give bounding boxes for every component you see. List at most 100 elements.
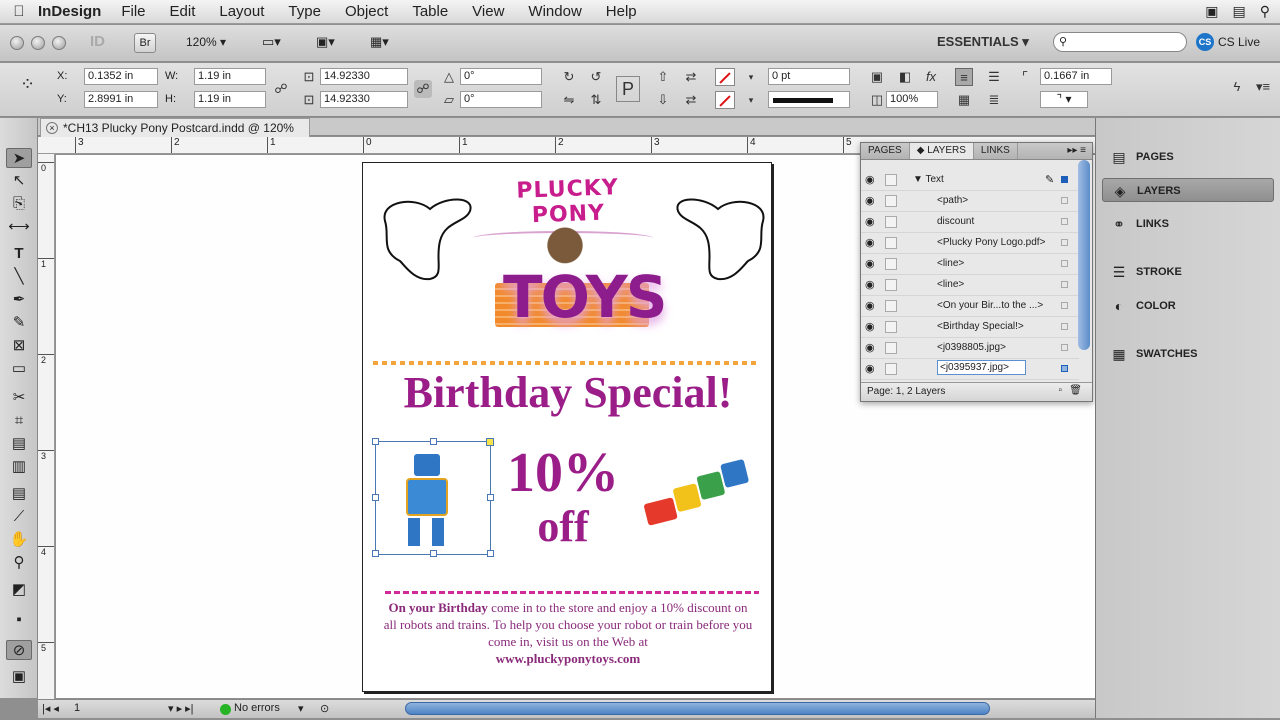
formatting-affects-icon[interactable]: ▪ bbox=[6, 610, 32, 630]
rotate-ccw-icon[interactable]: ↺ bbox=[587, 68, 605, 86]
close-window-icon[interactable] bbox=[10, 36, 24, 50]
x-position-field[interactable]: 0.1352 in bbox=[84, 68, 158, 85]
selection-handle[interactable] bbox=[372, 438, 379, 445]
opacity-field[interactable]: 100% bbox=[886, 91, 938, 108]
train-image[interactable] bbox=[638, 456, 758, 535]
lock-toggle[interactable] bbox=[885, 279, 897, 291]
stroke-dropdown-icon[interactable]: ▾ bbox=[742, 91, 760, 109]
new-layer-icon[interactable]: ▫ bbox=[1058, 385, 1062, 396]
reference-point-icon[interactable]: ⁘ bbox=[20, 75, 35, 93]
object-row[interactable]: ◉ <path> bbox=[861, 191, 1079, 212]
pencil-tool-icon[interactable]: ✎ bbox=[6, 313, 32, 333]
spotlight-icon[interactable]: ⚲ bbox=[1260, 3, 1270, 20]
object-row[interactable]: ◉ <Plucky Pony Logo.pdf> bbox=[861, 233, 1079, 254]
select-square[interactable] bbox=[1061, 239, 1068, 246]
select-square[interactable] bbox=[1061, 302, 1068, 309]
fill-stroke-swatches-icon[interactable]: ◩ bbox=[6, 580, 32, 600]
corner-size-field[interactable]: 0.1667 in bbox=[1040, 68, 1112, 85]
page-number-field[interactable]: 1 bbox=[74, 702, 80, 714]
panel-menu-icon[interactable]: ▾≡ bbox=[1254, 78, 1272, 96]
scale-y-field[interactable]: 14.92330 bbox=[320, 91, 408, 108]
dock-layers-button[interactable]: ◈ LAYERS bbox=[1102, 178, 1274, 202]
eye-icon[interactable]: ◉ bbox=[865, 321, 879, 333]
lock-toggle[interactable] bbox=[885, 321, 897, 333]
eye-icon[interactable]: ◉ bbox=[865, 279, 879, 291]
eye-icon[interactable]: ◉ bbox=[865, 216, 879, 228]
stroke-type-dropdown[interactable] bbox=[768, 91, 850, 108]
page-nav-icons[interactable]: ▾ ▸ ▸| bbox=[168, 702, 194, 715]
text-wrap-icon[interactable]: ▣ bbox=[868, 68, 886, 86]
select-square[interactable] bbox=[1061, 344, 1068, 351]
select-square[interactable] bbox=[1061, 365, 1068, 372]
line-tool-icon[interactable]: ╲ bbox=[6, 267, 32, 287]
bridge-button[interactable]: Br bbox=[134, 33, 156, 53]
menu-object[interactable]: Object bbox=[345, 3, 388, 20]
gap-tool-icon[interactable]: ⟷ bbox=[6, 217, 32, 237]
width-field[interactable]: 1.19 in bbox=[194, 68, 266, 85]
align-center-icon[interactable]: ☰ bbox=[985, 68, 1003, 86]
dock-swatches-button[interactable]: ▦ SWATCHES bbox=[1102, 342, 1274, 366]
menu-window[interactable]: Window bbox=[528, 3, 581, 20]
orange-rule[interactable] bbox=[373, 361, 759, 365]
align-bottom-icon[interactable]: ≣ bbox=[985, 91, 1003, 109]
lock-toggle[interactable] bbox=[885, 342, 897, 354]
tab-layers[interactable]: ◆ LAYERS bbox=[909, 143, 974, 159]
lock-toggle[interactable] bbox=[885, 216, 897, 228]
object-row[interactable]: ◉ <Birthday Special!> bbox=[861, 317, 1079, 338]
eye-icon[interactable]: ◉ bbox=[865, 237, 879, 249]
first-page-icon[interactable]: |◂ ◂ bbox=[42, 702, 59, 715]
arrange-documents-icon[interactable]: ▦▾ bbox=[370, 34, 389, 50]
select-previous-icon[interactable]: ⇄ bbox=[682, 68, 700, 86]
minimize-window-icon[interactable] bbox=[31, 36, 45, 50]
quick-apply-icon[interactable]: ϟ bbox=[1228, 78, 1246, 96]
selection-handle[interactable] bbox=[372, 550, 379, 557]
lock-toggle[interactable] bbox=[885, 258, 897, 270]
flip-horizontal-icon[interactable]: ⇋ bbox=[560, 91, 578, 109]
cloud-path-right[interactable] bbox=[673, 191, 773, 283]
screen-mode-tool-icon[interactable]: ▣ bbox=[6, 667, 32, 687]
selection-handle[interactable] bbox=[430, 550, 437, 557]
lock-toggle[interactable] bbox=[885, 195, 897, 207]
menu-type[interactable]: Type bbox=[288, 3, 321, 20]
scissors-tool-icon[interactable]: ✂ bbox=[6, 388, 32, 408]
eye-icon[interactable]: ◉ bbox=[865, 300, 879, 312]
layer-row-text[interactable]: ◉ ▼ Text ✎ bbox=[861, 170, 1079, 191]
dock-color-button[interactable]: ◐ COLOR bbox=[1102, 294, 1274, 318]
direct-selection-tool-icon[interactable]: ↖ bbox=[6, 171, 32, 191]
discount-percent[interactable]: 10% bbox=[493, 443, 633, 503]
menu-table[interactable]: Table bbox=[412, 3, 448, 20]
height-field[interactable]: 1.19 in bbox=[194, 91, 266, 108]
tab-pages[interactable]: PAGES bbox=[861, 143, 910, 159]
drop-shadow-icon[interactable]: ◧ bbox=[896, 68, 914, 86]
constrain-proportions-icon[interactable]: ☍ bbox=[272, 80, 290, 98]
constrain-scale-icon[interactable]: ☍ bbox=[414, 80, 432, 98]
lock-toggle[interactable] bbox=[885, 174, 897, 186]
dock-pages-button[interactable]: ▤ PAGES bbox=[1102, 145, 1274, 169]
vertical-ruler[interactable]: 0 1 2 3 4 5 bbox=[38, 154, 55, 699]
view-options-icon[interactable]: ▭▾ bbox=[262, 34, 281, 50]
eye-icon[interactable]: ◉ bbox=[865, 258, 879, 270]
gradient-feather-tool-icon[interactable]: ▥ bbox=[6, 457, 32, 477]
note-tool-icon[interactable]: ▤ bbox=[6, 484, 32, 504]
apply-none-icon[interactable]: ⊘ bbox=[6, 640, 32, 660]
zoom-level-dropdown[interactable]: 120% ▾ bbox=[186, 35, 226, 49]
lock-toggle[interactable] bbox=[885, 237, 897, 249]
cloud-path-left[interactable] bbox=[375, 191, 475, 283]
script-icon[interactable]: ▤ bbox=[1233, 3, 1246, 20]
select-square[interactable] bbox=[1061, 323, 1068, 330]
menu-view[interactable]: View bbox=[472, 3, 504, 20]
free-transform-tool-icon[interactable]: ⌗ bbox=[6, 411, 32, 431]
apple-icon[interactable]:  bbox=[0, 3, 38, 20]
dock-stroke-button[interactable]: ☰ STROKE bbox=[1102, 260, 1274, 284]
promo-body-text[interactable]: On your Birthday come in to the store an… bbox=[383, 599, 753, 667]
select-container-icon[interactable]: ⇧ bbox=[654, 68, 672, 86]
lock-toggle[interactable] bbox=[885, 363, 897, 375]
type-tool-icon[interactable]: T bbox=[6, 244, 32, 264]
stroke-swatch-icon[interactable] bbox=[715, 91, 735, 109]
tab-links[interactable]: LINKS bbox=[974, 143, 1018, 159]
fill-swatch-icon[interactable] bbox=[715, 68, 735, 86]
preflight-menu-icon[interactable]: ▾ bbox=[298, 702, 304, 715]
align-left-icon[interactable]: ≡ bbox=[955, 68, 973, 86]
workspace-switcher[interactable]: ESSENTIALS ▾ bbox=[937, 34, 1029, 50]
object-row-selected[interactable]: ◉ <j0395937.jpg> bbox=[861, 359, 1079, 380]
